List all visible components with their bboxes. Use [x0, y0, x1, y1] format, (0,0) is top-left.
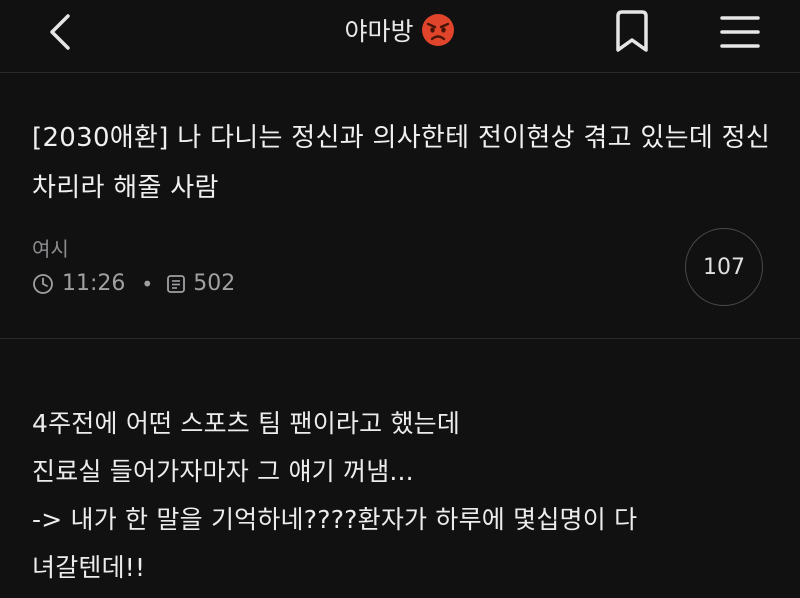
body-line: -> 내가 한 말을 기억하네????환자가 하루에 몇십명이 다 — [32, 505, 638, 534]
board-title: 야마방 — [0, 12, 800, 48]
clock-icon — [33, 273, 53, 294]
author-name[interactable]: 여시 — [32, 233, 69, 262]
document-icon — [167, 274, 186, 293]
body-line: 4주전에 어떤 스포츠 팀 팬이라고 했는데 — [32, 409, 461, 438]
menu-button[interactable] — [714, 6, 766, 58]
body-line: 녀갈텐데!! — [32, 553, 146, 582]
body-line: 진료실 들어가자마자 그 얘기 꺼냄... — [32, 457, 414, 486]
separator-dot: • — [141, 271, 154, 296]
post-header: [2030애환] 나 다니는 정신과 의사한테 전이현상 겪고 있는데 정신차리… — [0, 73, 800, 339]
post-meta: 11:26 • 502 — [32, 271, 235, 296]
board-title-text: 야마방 — [344, 17, 414, 46]
top-navigation-bar: 야마방 — [0, 0, 800, 73]
angry-face-icon — [421, 14, 454, 46]
app-screen: 야마방 [2030애환] 나 다니는 정신과 의사한테 전이현상 겪고 있는데 … — [0, 0, 800, 598]
bookmark-button[interactable] — [604, 6, 660, 58]
post-title: [2030애환] 나 다니는 정신과 의사한테 전이현상 겪고 있는데 정신차리… — [32, 123, 771, 203]
post-body: 4주전에 어떤 스포츠 팀 팬이라고 했는데 진료실 들어가자마자 그 얘기 꺼… — [32, 400, 782, 592]
comment-count-button[interactable]: 107 — [685, 228, 763, 306]
post-time: 11:26 — [62, 271, 126, 296]
bookmark-icon — [616, 10, 648, 52]
view-count: 502 — [193, 271, 236, 296]
comment-count-label: 107 — [703, 254, 745, 280]
hamburger-menu-icon — [720, 16, 760, 48]
